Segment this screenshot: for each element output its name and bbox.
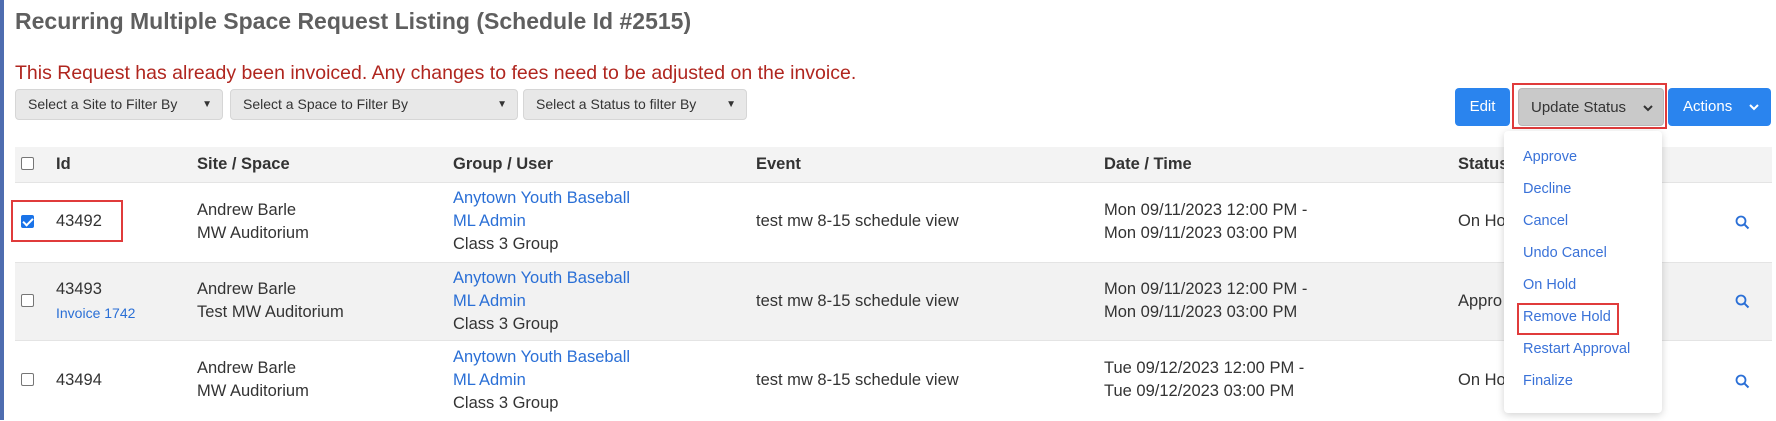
status-filter-label: Select a Status to filter By: [536, 96, 697, 112]
chevron-down-icon: ▼: [202, 99, 212, 110]
row-status: Appro: [1458, 292, 1503, 310]
header-site-space: Site / Space: [197, 155, 290, 173]
invoice-warning: This Request has already been invoiced. …: [15, 62, 857, 84]
row-class: Class 3 Group: [453, 315, 559, 333]
site-filter-label: Select a Site to Filter By: [28, 96, 178, 112]
row-class: Class 3 Group: [453, 394, 559, 412]
row-space: MW Auditorium: [197, 224, 309, 242]
update-status-button[interactable]: Update Status: [1518, 88, 1664, 126]
row-site: Andrew Barle: [197, 201, 297, 219]
header-date-time: Date / Time: [1104, 155, 1192, 173]
chevron-down-icon: ▼: [726, 99, 736, 110]
row-checkbox[interactable]: [21, 373, 34, 386]
menu-item-undo-cancel[interactable]: Undo Cancel: [1523, 245, 1607, 261]
row-group-link[interactable]: Anytown Youth Baseball: [453, 187, 630, 210]
menu-item-approve[interactable]: Approve: [1523, 149, 1577, 165]
header-status: Status: [1458, 155, 1509, 173]
row-space: Test MW Auditorium: [197, 303, 344, 321]
row-event: test mw 8-15 schedule view: [756, 371, 959, 389]
menu-item-on-hold[interactable]: On Hold: [1523, 277, 1576, 293]
row-space: MW Auditorium: [197, 382, 309, 400]
row-end: Mon 09/11/2023 03:00 PM: [1104, 303, 1298, 321]
select-all-checkbox[interactable]: [21, 157, 34, 170]
row-status: On Ho: [1458, 212, 1506, 230]
space-filter-select[interactable]: Select a Space to Filter By ▼: [230, 89, 518, 120]
invoice-link[interactable]: Invoice 1742: [56, 302, 135, 325]
row-site: Andrew Barle: [197, 359, 297, 377]
row-id: 43492: [56, 212, 102, 230]
row-user-link[interactable]: ML Admin: [453, 369, 526, 392]
row-class: Class 3 Group: [453, 235, 559, 253]
site-filter-select[interactable]: Select a Site to Filter By ▼: [15, 89, 223, 120]
row-id: 43494: [56, 371, 102, 389]
space-filter-label: Select a Space to Filter By: [243, 96, 408, 112]
edit-button[interactable]: Edit: [1455, 88, 1510, 126]
magnifier-icon[interactable]: [1735, 374, 1750, 389]
actions-button[interactable]: Actions: [1668, 88, 1771, 126]
row-start: Mon 09/11/2023 12:00 PM -: [1104, 280, 1308, 298]
row-group-link[interactable]: Anytown Youth Baseball: [453, 346, 630, 369]
row-checkbox[interactable]: [21, 215, 34, 228]
menu-item-restart-approval[interactable]: Restart Approval: [1523, 341, 1630, 357]
row-start: Tue 09/12/2023 12:00 PM -: [1104, 359, 1305, 377]
update-status-label: Update Status: [1531, 99, 1627, 116]
row-event: test mw 8-15 schedule view: [756, 212, 959, 230]
row-event: test mw 8-15 schedule view: [756, 292, 959, 310]
left-accent-bar: [0, 0, 4, 420]
magnifier-icon[interactable]: [1735, 294, 1750, 309]
row-checkbox[interactable]: [21, 294, 34, 307]
row-end: Mon 09/11/2023 03:00 PM: [1104, 224, 1298, 242]
header-event: Event: [756, 155, 801, 173]
chevron-down-icon: [1643, 105, 1653, 112]
row-end: Tue 09/12/2023 03:00 PM: [1104, 382, 1295, 400]
row-group-link[interactable]: Anytown Youth Baseball: [453, 267, 630, 290]
row-user-link[interactable]: ML Admin: [453, 210, 526, 233]
chevron-down-icon: ▼: [497, 99, 507, 110]
page-title: Recurring Multiple Space Request Listing…: [15, 8, 692, 34]
row-start: Mon 09/11/2023 12:00 PM -: [1104, 201, 1308, 219]
row-site: Andrew Barle: [197, 280, 297, 298]
update-status-menu: Approve Decline Cancel Undo Cancel On Ho…: [1504, 131, 1662, 413]
row-status: On Ho: [1458, 371, 1506, 389]
menu-item-remove-hold[interactable]: Remove Hold: [1523, 309, 1611, 325]
magnifier-icon[interactable]: [1735, 215, 1750, 230]
menu-item-decline[interactable]: Decline: [1523, 181, 1571, 197]
chevron-down-icon: [1749, 104, 1759, 111]
actions-label: Actions: [1683, 98, 1733, 115]
menu-item-cancel[interactable]: Cancel: [1523, 213, 1568, 229]
header-group-user: Group / User: [453, 155, 553, 173]
row-id: 43493: [56, 280, 102, 298]
status-filter-select[interactable]: Select a Status to filter By ▼: [523, 89, 747, 120]
row-user-link[interactable]: ML Admin: [453, 290, 526, 313]
header-id: Id: [56, 155, 71, 173]
menu-item-finalize[interactable]: Finalize: [1523, 373, 1573, 389]
